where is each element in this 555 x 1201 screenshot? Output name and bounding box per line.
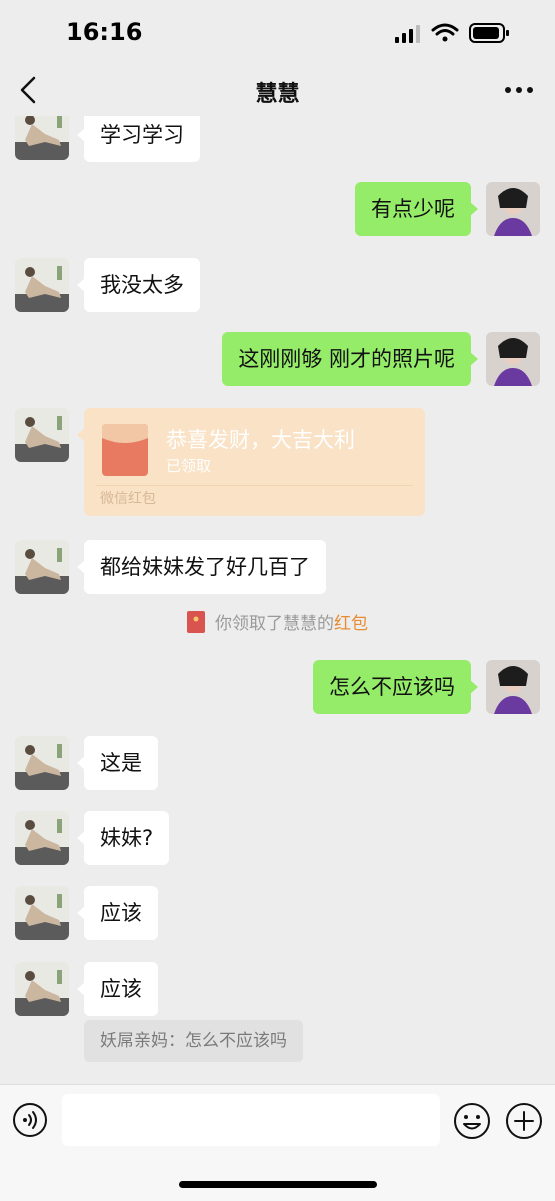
quoted-message[interactable]: 妖屌亲妈：怎么不应该吗 <box>84 1020 303 1062</box>
message-bubble[interactable]: 都给妹妹发了好几百了 <box>77 540 326 594</box>
message-input[interactable] <box>62 1094 440 1146</box>
contact-avatar[interactable] <box>15 811 69 865</box>
red-packet-link[interactable]: 红包 <box>334 614 368 634</box>
my-avatar[interactable] <box>486 332 540 386</box>
red-packet-card[interactable]: 恭喜发财，大吉大利 已领取 微信红包 <box>77 408 425 516</box>
status-bar: 16:16 <box>0 0 555 64</box>
more-dots-icon[interactable] <box>503 76 535 104</box>
red-packet-divider <box>96 485 413 486</box>
message-bubble[interactable]: 这是 <box>77 736 158 790</box>
contact-avatar[interactable] <box>15 886 69 940</box>
emoji-icon[interactable] <box>453 1102 491 1140</box>
wifi-icon <box>431 23 459 42</box>
system-notice-text: 你领取了慧慧的 <box>215 614 334 634</box>
chat-title: 慧慧 <box>255 82 300 107</box>
message-bubble[interactable]: 怎么不应该吗 <box>313 660 478 714</box>
red-packet-icon <box>187 611 205 633</box>
red-packet-status: 已领取 <box>166 457 212 475</box>
contact-avatar[interactable] <box>15 116 69 160</box>
nav-bar: 慧慧 <box>0 64 555 116</box>
contact-avatar[interactable] <box>15 962 69 1016</box>
contact-avatar[interactable] <box>15 540 69 594</box>
system-notice: 你领取了慧慧的红包 <box>0 610 555 638</box>
signal-icon <box>395 25 420 43</box>
red-packet-title: 恭喜发财，大吉大利 <box>166 428 355 452</box>
contact-avatar[interactable] <box>15 736 69 790</box>
message-bubble[interactable]: 应该 <box>77 886 158 940</box>
home-indicator[interactable] <box>179 1181 377 1188</box>
chat-area: 学习学习 有点少呢 我没太多 这刚刚够 刚才的照片呢 恭喜发财，大吉大利 已领取… <box>0 116 555 1084</box>
my-avatar[interactable] <box>486 660 540 714</box>
message-bubble[interactable]: 学习学习 <box>77 116 200 162</box>
plus-icon[interactable] <box>505 1102 543 1140</box>
message-bubble[interactable]: 妹妹? <box>76 811 170 865</box>
status-icons <box>395 23 509 43</box>
message-bubble[interactable]: 这刚刚够 刚才的照片呢 <box>222 332 478 386</box>
voice-icon[interactable] <box>12 1102 48 1138</box>
message-bubble[interactable]: 应该 <box>77 962 158 1016</box>
contact-avatar[interactable] <box>15 258 69 312</box>
red-packet-label: 微信红包 <box>100 491 156 507</box>
red-packet-icon <box>102 424 148 476</box>
message-bubble[interactable]: 有点少呢 <box>355 182 478 236</box>
status-time: 16:16 <box>66 18 143 46</box>
my-avatar[interactable] <box>486 182 540 236</box>
message-bubble[interactable]: 我没太多 <box>77 258 200 312</box>
contact-avatar[interactable] <box>15 408 69 462</box>
battery-icon <box>469 23 509 43</box>
